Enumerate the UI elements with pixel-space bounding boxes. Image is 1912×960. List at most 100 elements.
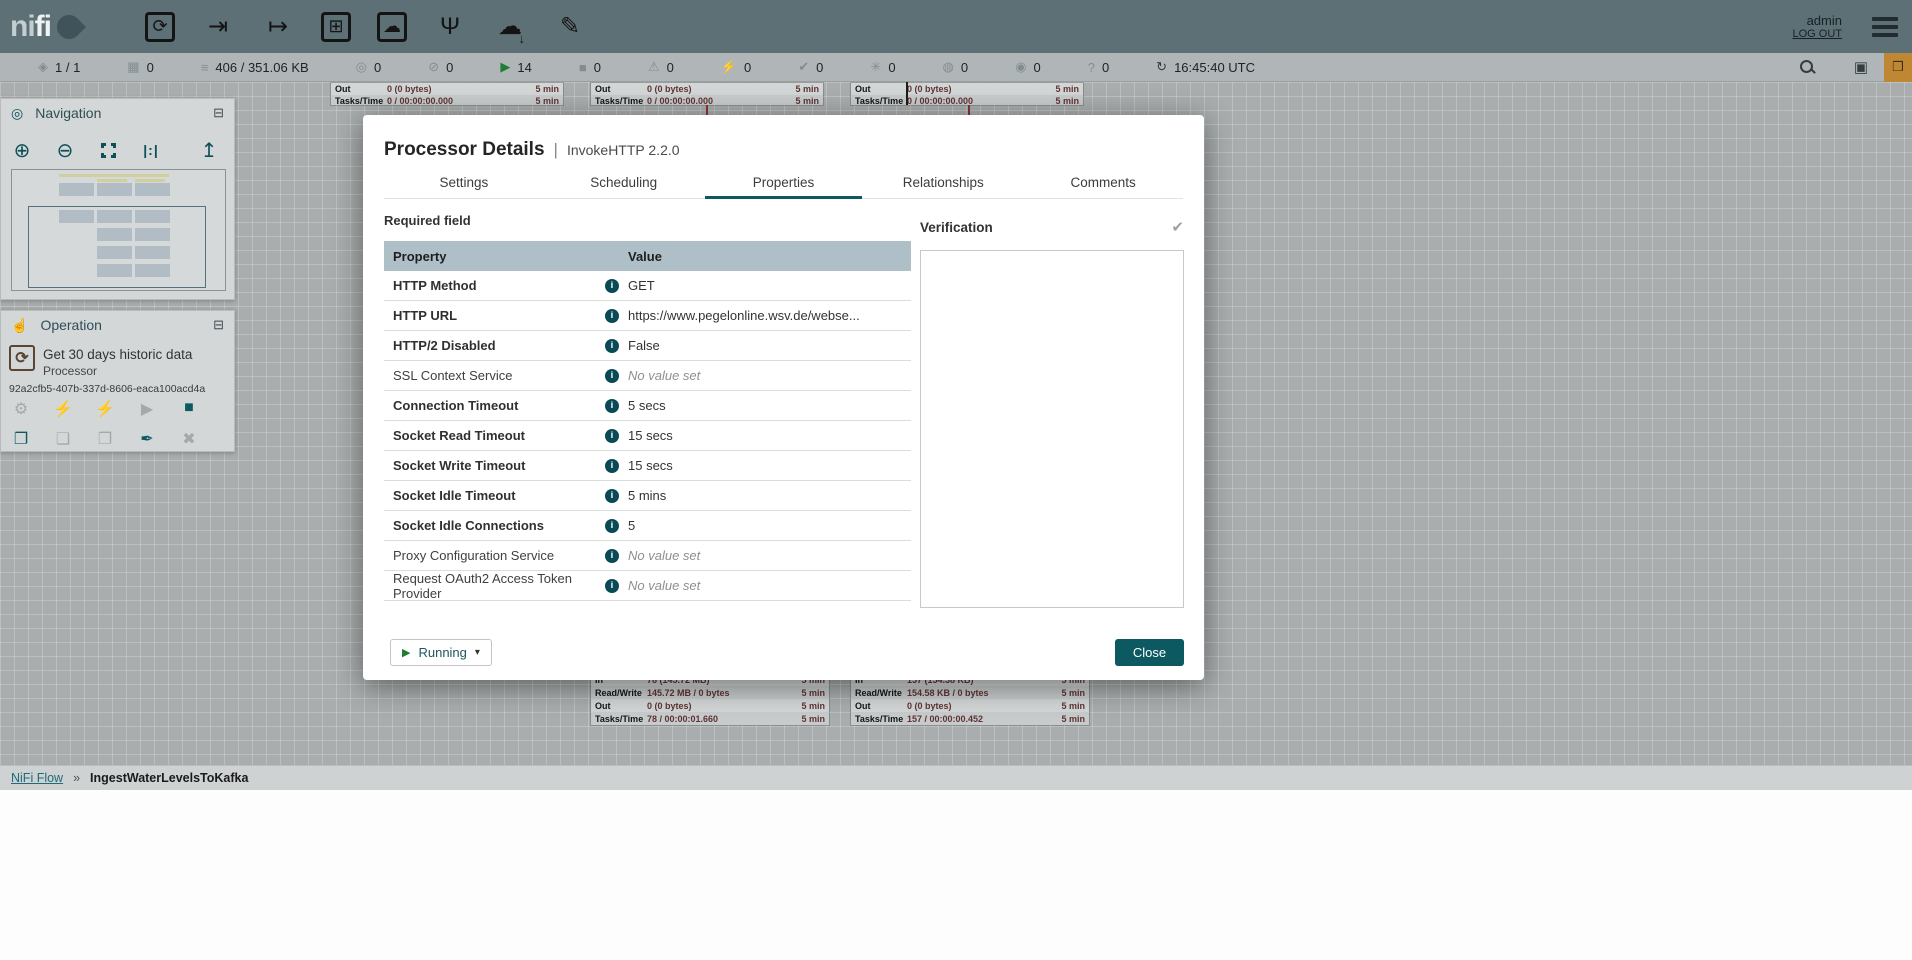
delete-icon[interactable]: ✖ [179,429,199,449]
nifi-drop-icon [52,10,86,44]
dialog-tab[interactable]: Comments [1023,168,1183,198]
property-row[interactable]: Socket Idle Timeout i 5 mins [384,481,911,511]
property-row[interactable]: Connection Timeout i 5 secs [384,391,911,421]
processor-stats-box[interactable]: In157 (154.38 KB)5 minRead/Write154.58 K… [850,672,1090,726]
actual-size-button[interactable]: |:| [140,139,162,161]
processor-stats-box[interactable]: Out0 (0 bytes)5 minTasks/Time0 / 00:00:0… [330,82,564,106]
search-icon[interactable] [1800,60,1814,74]
global-menu-icon[interactable] [1872,17,1898,37]
dialog-tabs: SettingsSchedulingPropertiesRelationship… [384,168,1183,199]
verify-check-icon[interactable]: ✔ [1171,218,1184,236]
input-port-icon[interactable]: ⇥ [201,10,235,44]
property-row[interactable]: Proxy Configuration Service i No value s… [384,541,911,571]
info-icon[interactable]: i [605,459,619,473]
processor-stats-box[interactable]: In78 (145.72 MB)5 minRead/Write145.72 MB… [590,672,830,726]
stat-row: Read/Write154.58 KB / 0 bytes5 min [851,686,1089,699]
start-icon[interactable]: ▶ [137,399,157,419]
hand-icon: ☝ [11,317,28,334]
dialog-title: Processor Details [384,139,545,161]
property-name: SSL Context Service [393,368,512,383]
info-icon[interactable]: i [605,489,619,503]
property-row[interactable]: Request OAuth2 Access Token Provider i N… [384,571,911,601]
stat-row: Tasks/Time0 / 00:00:00.0005 min [331,95,563,106]
processor-stats-box[interactable]: Out0 (0 bytes)5 minTasks/Time0 / 00:00:0… [850,82,1084,106]
processor-icon[interactable]: ⟳ [145,12,175,42]
stat-row: Out0 (0 bytes)5 min [591,699,829,712]
process-group-icon[interactable]: ⊞ [321,12,351,42]
property-row[interactable]: HTTP URL i https://www.pegelonline.wsv.d… [384,301,911,331]
zoom-in-button[interactable]: ⊕ [11,139,33,161]
copy-icon[interactable]: ❐ [11,429,31,449]
property-row[interactable]: SSL Context Service i No value set [384,361,911,391]
run-state-label: Running [418,645,466,660]
property-row[interactable]: Socket Read Timeout i 15 secs [384,421,911,451]
property-value: No value set [624,578,911,593]
stale-icon: ◍ [943,59,954,75]
minimap-viewport[interactable] [28,206,206,288]
property-row[interactable]: Socket Write Timeout i 15 secs [384,451,911,481]
info-icon[interactable]: i [605,429,619,443]
group-icon[interactable]: ❒ [95,429,115,449]
status-item: ▶ 14 [500,59,531,75]
info-icon[interactable]: i [605,609,619,610]
dialog-tab[interactable]: Relationships [863,168,1023,198]
dialog-tab[interactable]: Scheduling [544,168,704,198]
property-name: Socket Write Timeout [393,458,525,473]
funnel-icon[interactable]: Ψ [433,10,467,44]
minimap[interactable] [11,169,226,291]
property-row[interactable]: HTTP Method i GET [384,271,911,301]
breadcrumb-separator: » [73,771,80,785]
run-state-button[interactable]: ▶ Running ▾ [390,639,492,666]
processor-stats-box[interactable]: Out0 (0 bytes)5 minTasks/Time0 / 00:00:0… [590,82,824,106]
remote-process-group-icon[interactable]: ☁ [377,12,407,42]
info-icon[interactable]: i [605,279,619,293]
pan-up-button[interactable]: ↥ [198,139,220,161]
status-item: ◍ 0 [943,59,969,75]
property-value: False [624,338,911,353]
enable-icon[interactable]: ⚡ [53,399,73,419]
chevron-down-icon: ▾ [475,647,480,658]
disable-icon[interactable]: ⚡ [95,399,115,419]
flow-capture-icon[interactable]: ▣ [1854,58,1868,76]
status-count: 0 [374,60,381,75]
user-box: admin LOG OUT [1792,13,1842,40]
info-icon[interactable]: i [605,369,619,383]
operation-title: Operation [40,317,213,333]
status-item: ◉ 0 [1015,59,1041,75]
template-icon[interactable]: ☁↓ [493,10,527,44]
color-icon[interactable]: ✒ [137,429,157,449]
collapse-icon[interactable]: ⊟ [213,105,224,121]
operation-actions-row2: ❐ ❏ ❒ ✒ ✖ [11,429,199,449]
info-icon[interactable]: i [605,579,619,593]
output-port-icon[interactable]: ↦ [261,10,295,44]
sync-failure-icon: ? [1088,60,1095,75]
refresh-icon[interactable]: ↻ [1156,59,1167,75]
property-row[interactable]: Socket Idle Connections i 5 [384,511,911,541]
zoom-out-button[interactable]: ⊖ [54,139,76,161]
refresh-area: ↻ 16:45:40 UTC [1156,59,1255,75]
configure-icon[interactable]: ⚙ [11,399,31,419]
paste-icon[interactable]: ❏ [53,429,73,449]
selected-tool-button[interactable]: ❒ [1884,53,1912,82]
logout-link[interactable]: LOG OUT [1792,28,1842,40]
info-icon[interactable]: i [605,309,619,323]
dialog-tab[interactable]: Settings [384,168,544,198]
title-separator: | [554,140,558,160]
info-icon[interactable]: i [605,549,619,563]
property-row[interactable]: HTTP/2 Disabled i False [384,331,911,361]
property-row[interactable]: i No value set [384,601,911,609]
info-icon[interactable]: i [605,519,619,533]
info-icon[interactable]: i [605,339,619,353]
status-count: 0 [961,60,968,75]
close-button[interactable]: Close [1115,639,1184,666]
property-name: Socket Idle Connections [393,518,544,533]
zoom-fit-button[interactable] [97,139,119,161]
label-icon[interactable]: ✎ [553,10,587,44]
dialog-tab[interactable]: Properties [704,168,864,198]
status-count: 0 [744,60,751,75]
stop-icon[interactable]: ■ [179,399,199,419]
breadcrumb-root-link[interactable]: NiFi Flow [11,771,63,785]
info-icon[interactable]: i [605,399,619,413]
stat-row: Tasks/Time0 / 00:00:00.0005 min [851,95,1083,106]
collapse-icon[interactable]: ⊟ [213,317,224,333]
